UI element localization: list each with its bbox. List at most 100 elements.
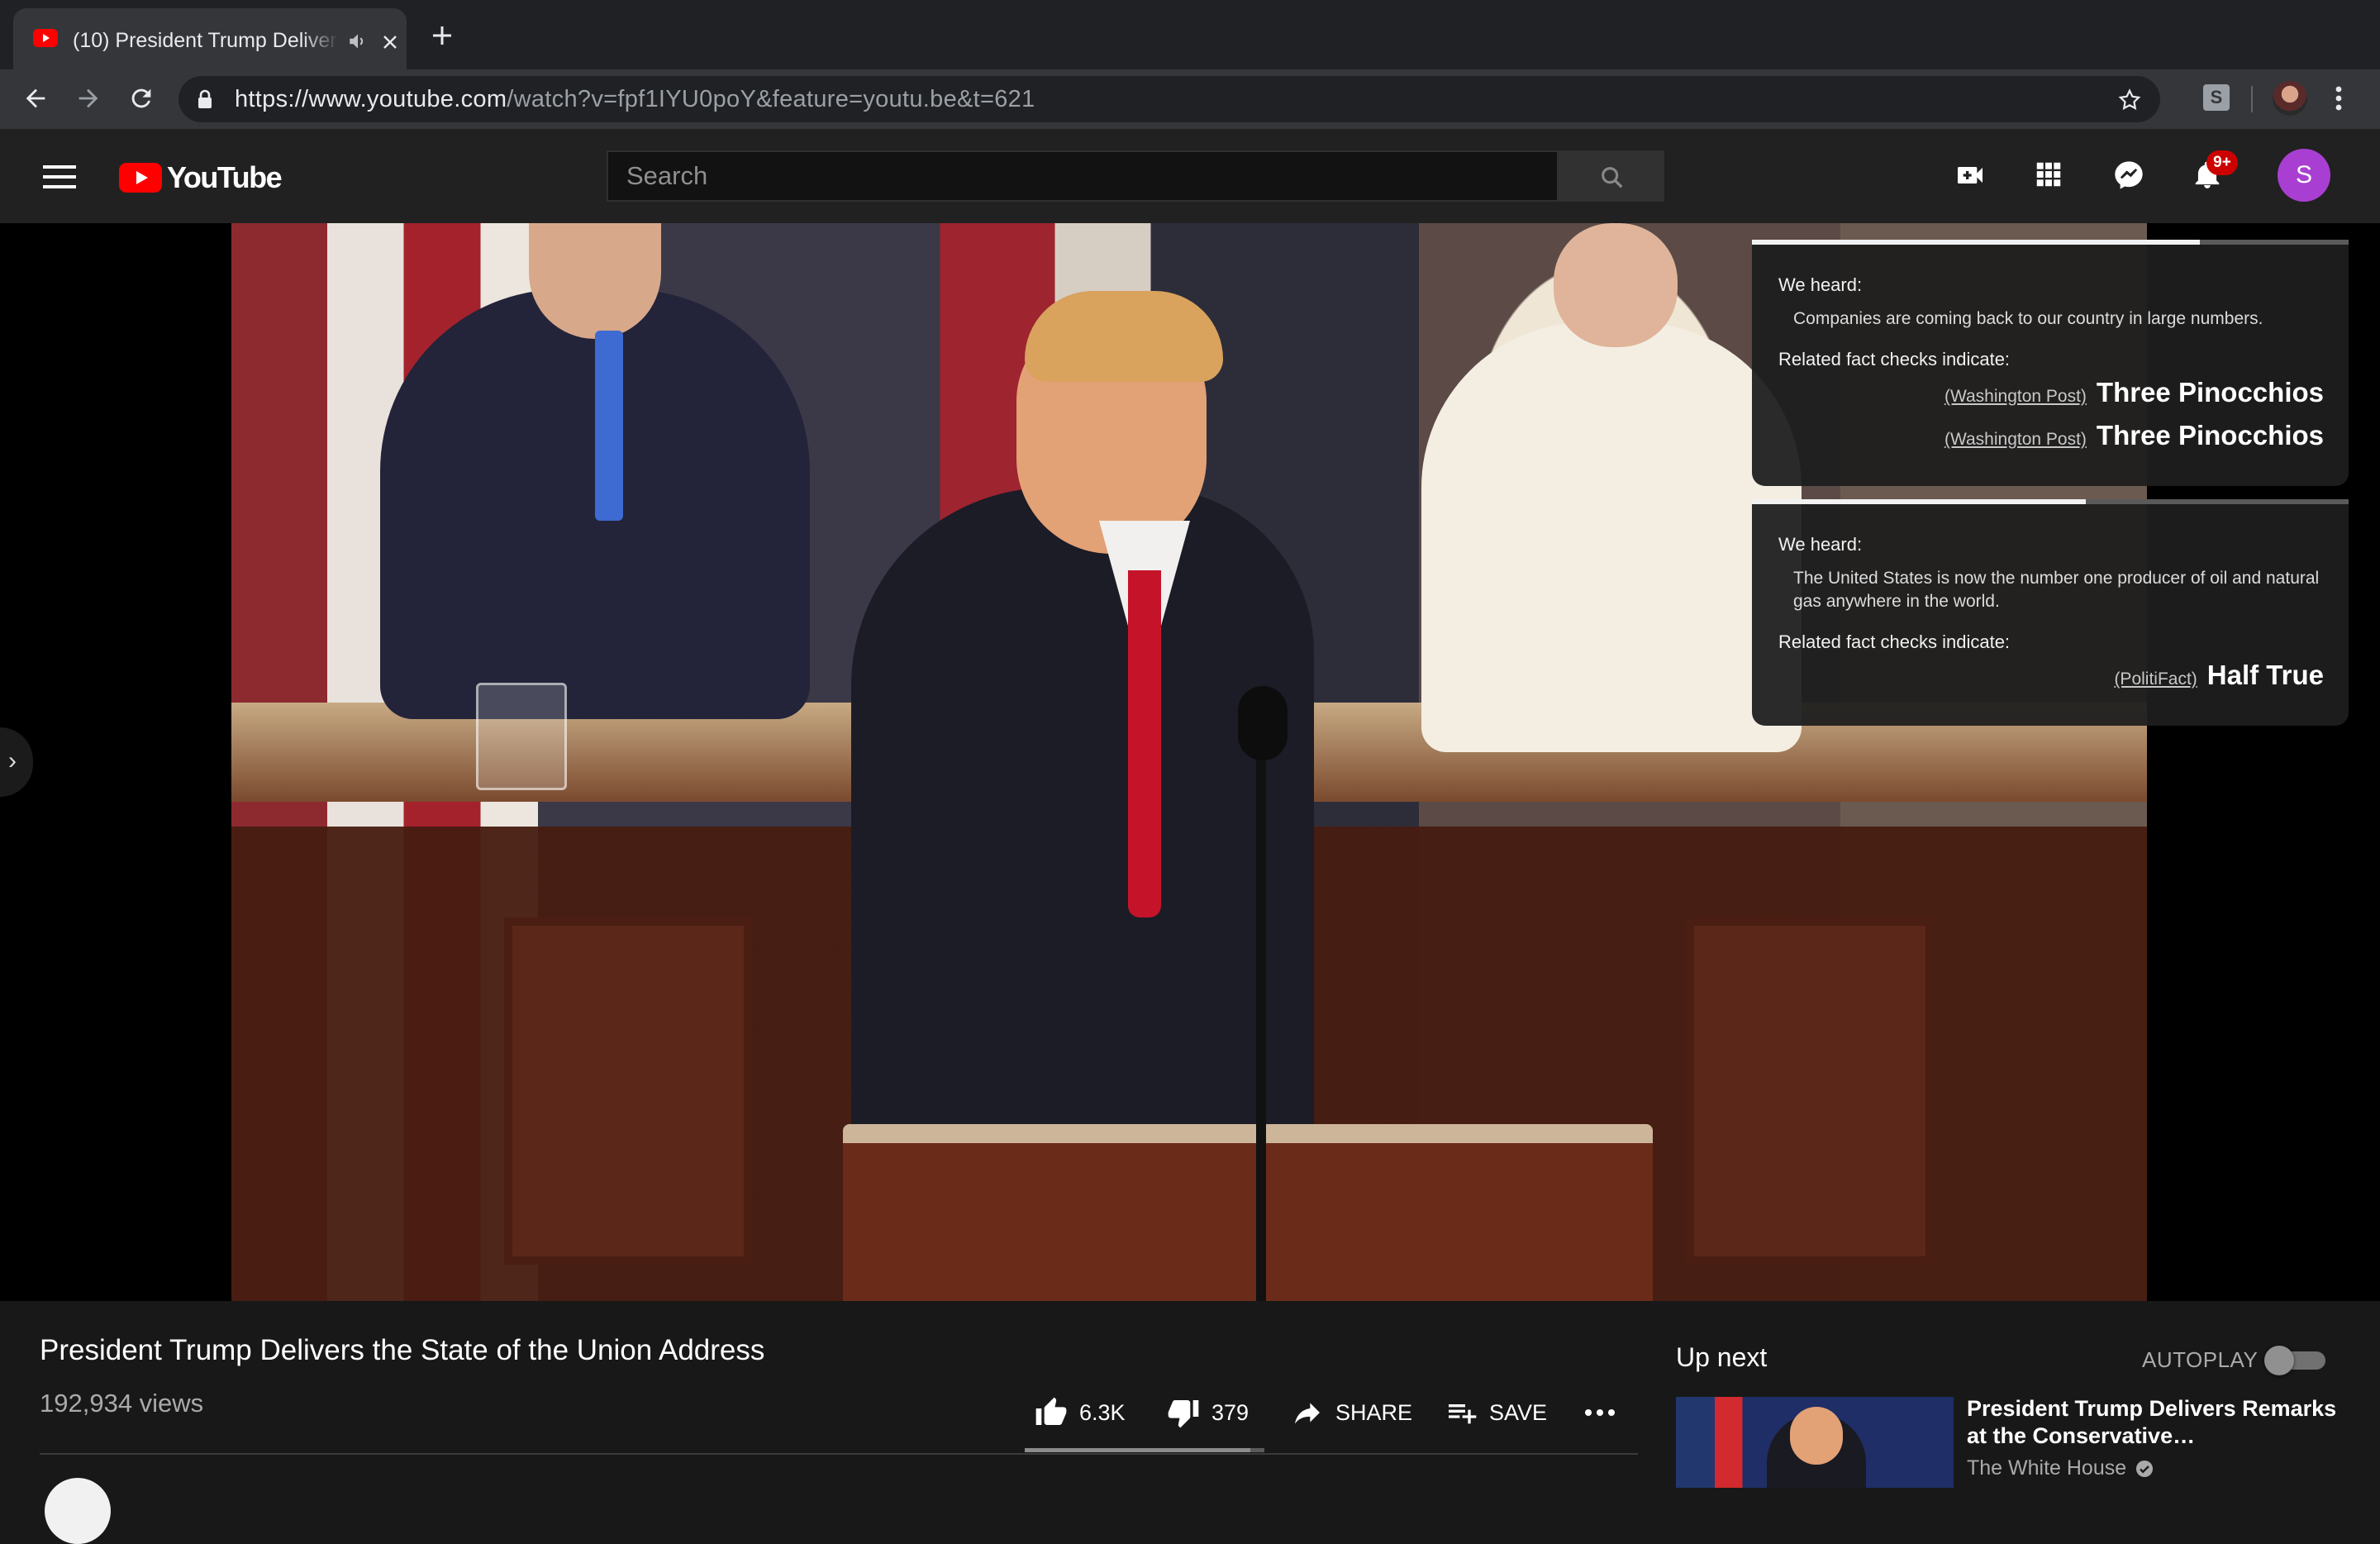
recommendation-thumbnail[interactable] [1676, 1397, 1954, 1488]
youtube-logo[interactable]: YouTube [119, 160, 283, 195]
fact-check-row: (PolitiFact) Half True [2114, 660, 2324, 691]
like-ratio-fill [1025, 1448, 1250, 1452]
dislike-button[interactable]: 379 [1167, 1392, 1249, 1433]
share-arrow-icon [1295, 1403, 1320, 1424]
speaker-icon[interactable] [347, 31, 369, 52]
video-title: President Trump Delivers the State of th… [40, 1334, 765, 1366]
autoplay-label: AUTOPLAY [2142, 1347, 2259, 1372]
fact-check-progress-fill [1752, 499, 2087, 504]
video-figure-right [1421, 322, 1802, 752]
autoplay-toggle-knob [2264, 1346, 2294, 1375]
fact-check-source-link[interactable]: (PolitiFact) [2114, 670, 2197, 689]
save-button[interactable]: SAVE [1445, 1392, 1547, 1433]
youtube-masthead: YouTube 9+ S [0, 129, 2380, 223]
messages-icon[interactable] [2112, 159, 2145, 192]
youtube-favicon-icon [33, 29, 58, 47]
browser-tab[interactable]: (10) President Trump Delivers the State … [13, 8, 407, 69]
create-video-icon[interactable] [1954, 159, 1987, 192]
bookmark-star-icon[interactable] [2117, 88, 2142, 112]
heard-quote: The United States is now the number one … [1793, 569, 2320, 611]
info-divider [40, 1453, 1638, 1455]
related-fact-checks-label: Related fact checks indicate: [1778, 349, 2011, 369]
video-tie-center [1128, 570, 1161, 917]
fact-check-progress [1752, 499, 2349, 504]
like-dislike-sentiment-bar [1025, 1448, 1264, 1452]
channel-avatar[interactable] [45, 1478, 111, 1544]
we-heard-label: We heard: [1778, 534, 1863, 555]
close-tab-icon[interactable] [382, 34, 398, 50]
notification-count-badge: 9+ [2206, 150, 2238, 175]
youtube-play-logo-icon [119, 163, 162, 193]
url-text: https://www.youtube.com/watch?v=fpf1IYU0… [235, 76, 1035, 122]
fact-check-card: We heard: The United States is now the n… [1752, 499, 2349, 726]
verified-check-icon [2136, 1460, 2154, 1477]
add-to-playlist-icon [1449, 1404, 1477, 1424]
dislike-count: 379 [1211, 1399, 1250, 1425]
fact-check-rating: Three Pinocchios [2096, 377, 2324, 407]
like-count: 6.3K [1079, 1399, 1126, 1425]
side-panel-expander[interactable]: › [0, 727, 33, 797]
video-face-right [1554, 223, 1678, 347]
autoplay-toggle[interactable] [2264, 1346, 2327, 1375]
toolbar-separator [2251, 86, 2253, 112]
forward-arrow-icon[interactable] [74, 84, 102, 112]
heard-quote: Companies are coming back to our country… [1793, 309, 2263, 328]
new-tab-icon[interactable] [431, 25, 453, 46]
view-count: 192,934 views [40, 1389, 204, 1418]
video-desk-panel-right [1686, 917, 1934, 1265]
fact-check-row: (Washington Post) Three Pinocchios [1944, 420, 2324, 451]
chevron-right-icon: › [8, 747, 17, 774]
we-heard-label: We heard: [1778, 274, 1863, 295]
fact-check-source-link[interactable]: (Washington Post) [1944, 387, 2087, 407]
account-avatar[interactable]: S [2278, 149, 2330, 202]
fact-check-card: We heard: Companies are coming back to o… [1752, 240, 2349, 486]
video-desk-panel-left [504, 917, 752, 1265]
fact-check-progress [1752, 240, 2349, 245]
reload-icon[interactable] [127, 84, 155, 112]
back-arrow-icon[interactable] [21, 84, 50, 112]
fact-check-rating: Half True [2206, 660, 2324, 690]
fact-check-source-link[interactable]: (Washington Post) [1944, 430, 2087, 450]
more-actions-button[interactable] [1583, 1392, 1616, 1433]
lock-icon [197, 89, 213, 109]
apps-grid-icon[interactable] [2033, 159, 2064, 190]
like-button[interactable]: 6.3K [1035, 1392, 1126, 1433]
browser-toolbar: https://www.youtube.com/watch?v=fpf1IYU0… [0, 69, 2380, 129]
share-button[interactable]: SHARE [1291, 1392, 1412, 1433]
related-fact-checks-label: Related fact checks indicate: [1778, 631, 2011, 652]
video-tie-left [595, 331, 623, 521]
address-bar[interactable]: https://www.youtube.com/watch?v=fpf1IYU0… [178, 76, 2160, 122]
url-path: /watch?v=fpf1IYU0poY&feature=youtu.be&t=… [507, 86, 1035, 112]
search-button[interactable] [1557, 150, 1664, 202]
search-input[interactable] [608, 152, 1557, 200]
video-lectern [843, 1124, 1653, 1301]
browser-profile-avatar[interactable] [2273, 81, 2307, 116]
video-mic-stand [1256, 719, 1266, 1301]
fact-check-row: (Washington Post) Three Pinocchios [1944, 377, 2324, 408]
search-box [607, 150, 1557, 202]
thumbnail-face [1790, 1407, 1843, 1465]
video-water-glass [476, 683, 567, 790]
video-mic-head [1238, 686, 1288, 760]
more-horizontal-icon [1585, 1409, 1615, 1416]
browser-menu-icon[interactable] [2334, 84, 2344, 112]
hamburger-menu-icon[interactable] [43, 165, 76, 188]
search-icon [1602, 167, 1623, 188]
url-host: https://www.youtube.com [235, 86, 507, 112]
recommendation-title[interactable]: President Trump Delivers Remarks at the … [1967, 1395, 2355, 1450]
save-label: SAVE [1489, 1399, 1548, 1425]
youtube-wordmark: YouTube [167, 160, 283, 194]
thumbs-down-icon [1168, 1400, 1199, 1428]
extension-icon[interactable]: S [2203, 84, 2230, 111]
thumbs-up-icon [1035, 1397, 1067, 1425]
up-next-heading: Up next [1676, 1342, 1768, 1372]
recommendation-channel[interactable]: The White House [1967, 1456, 2154, 1480]
video-hair-center [1025, 291, 1223, 382]
browser-tabstrip: (10) President Trump Delivers the State … [0, 0, 2380, 69]
share-label: SHARE [1335, 1399, 1413, 1425]
fact-check-rating: Three Pinocchios [2096, 420, 2324, 450]
tab-title: (10) President Trump Delivers the State … [73, 29, 339, 52]
video-player[interactable]: › We heard: Companies are coming back to… [0, 223, 2380, 1301]
recommendation-channel-name: The White House [1967, 1456, 2127, 1480]
fact-check-progress-fill [1752, 240, 2200, 245]
